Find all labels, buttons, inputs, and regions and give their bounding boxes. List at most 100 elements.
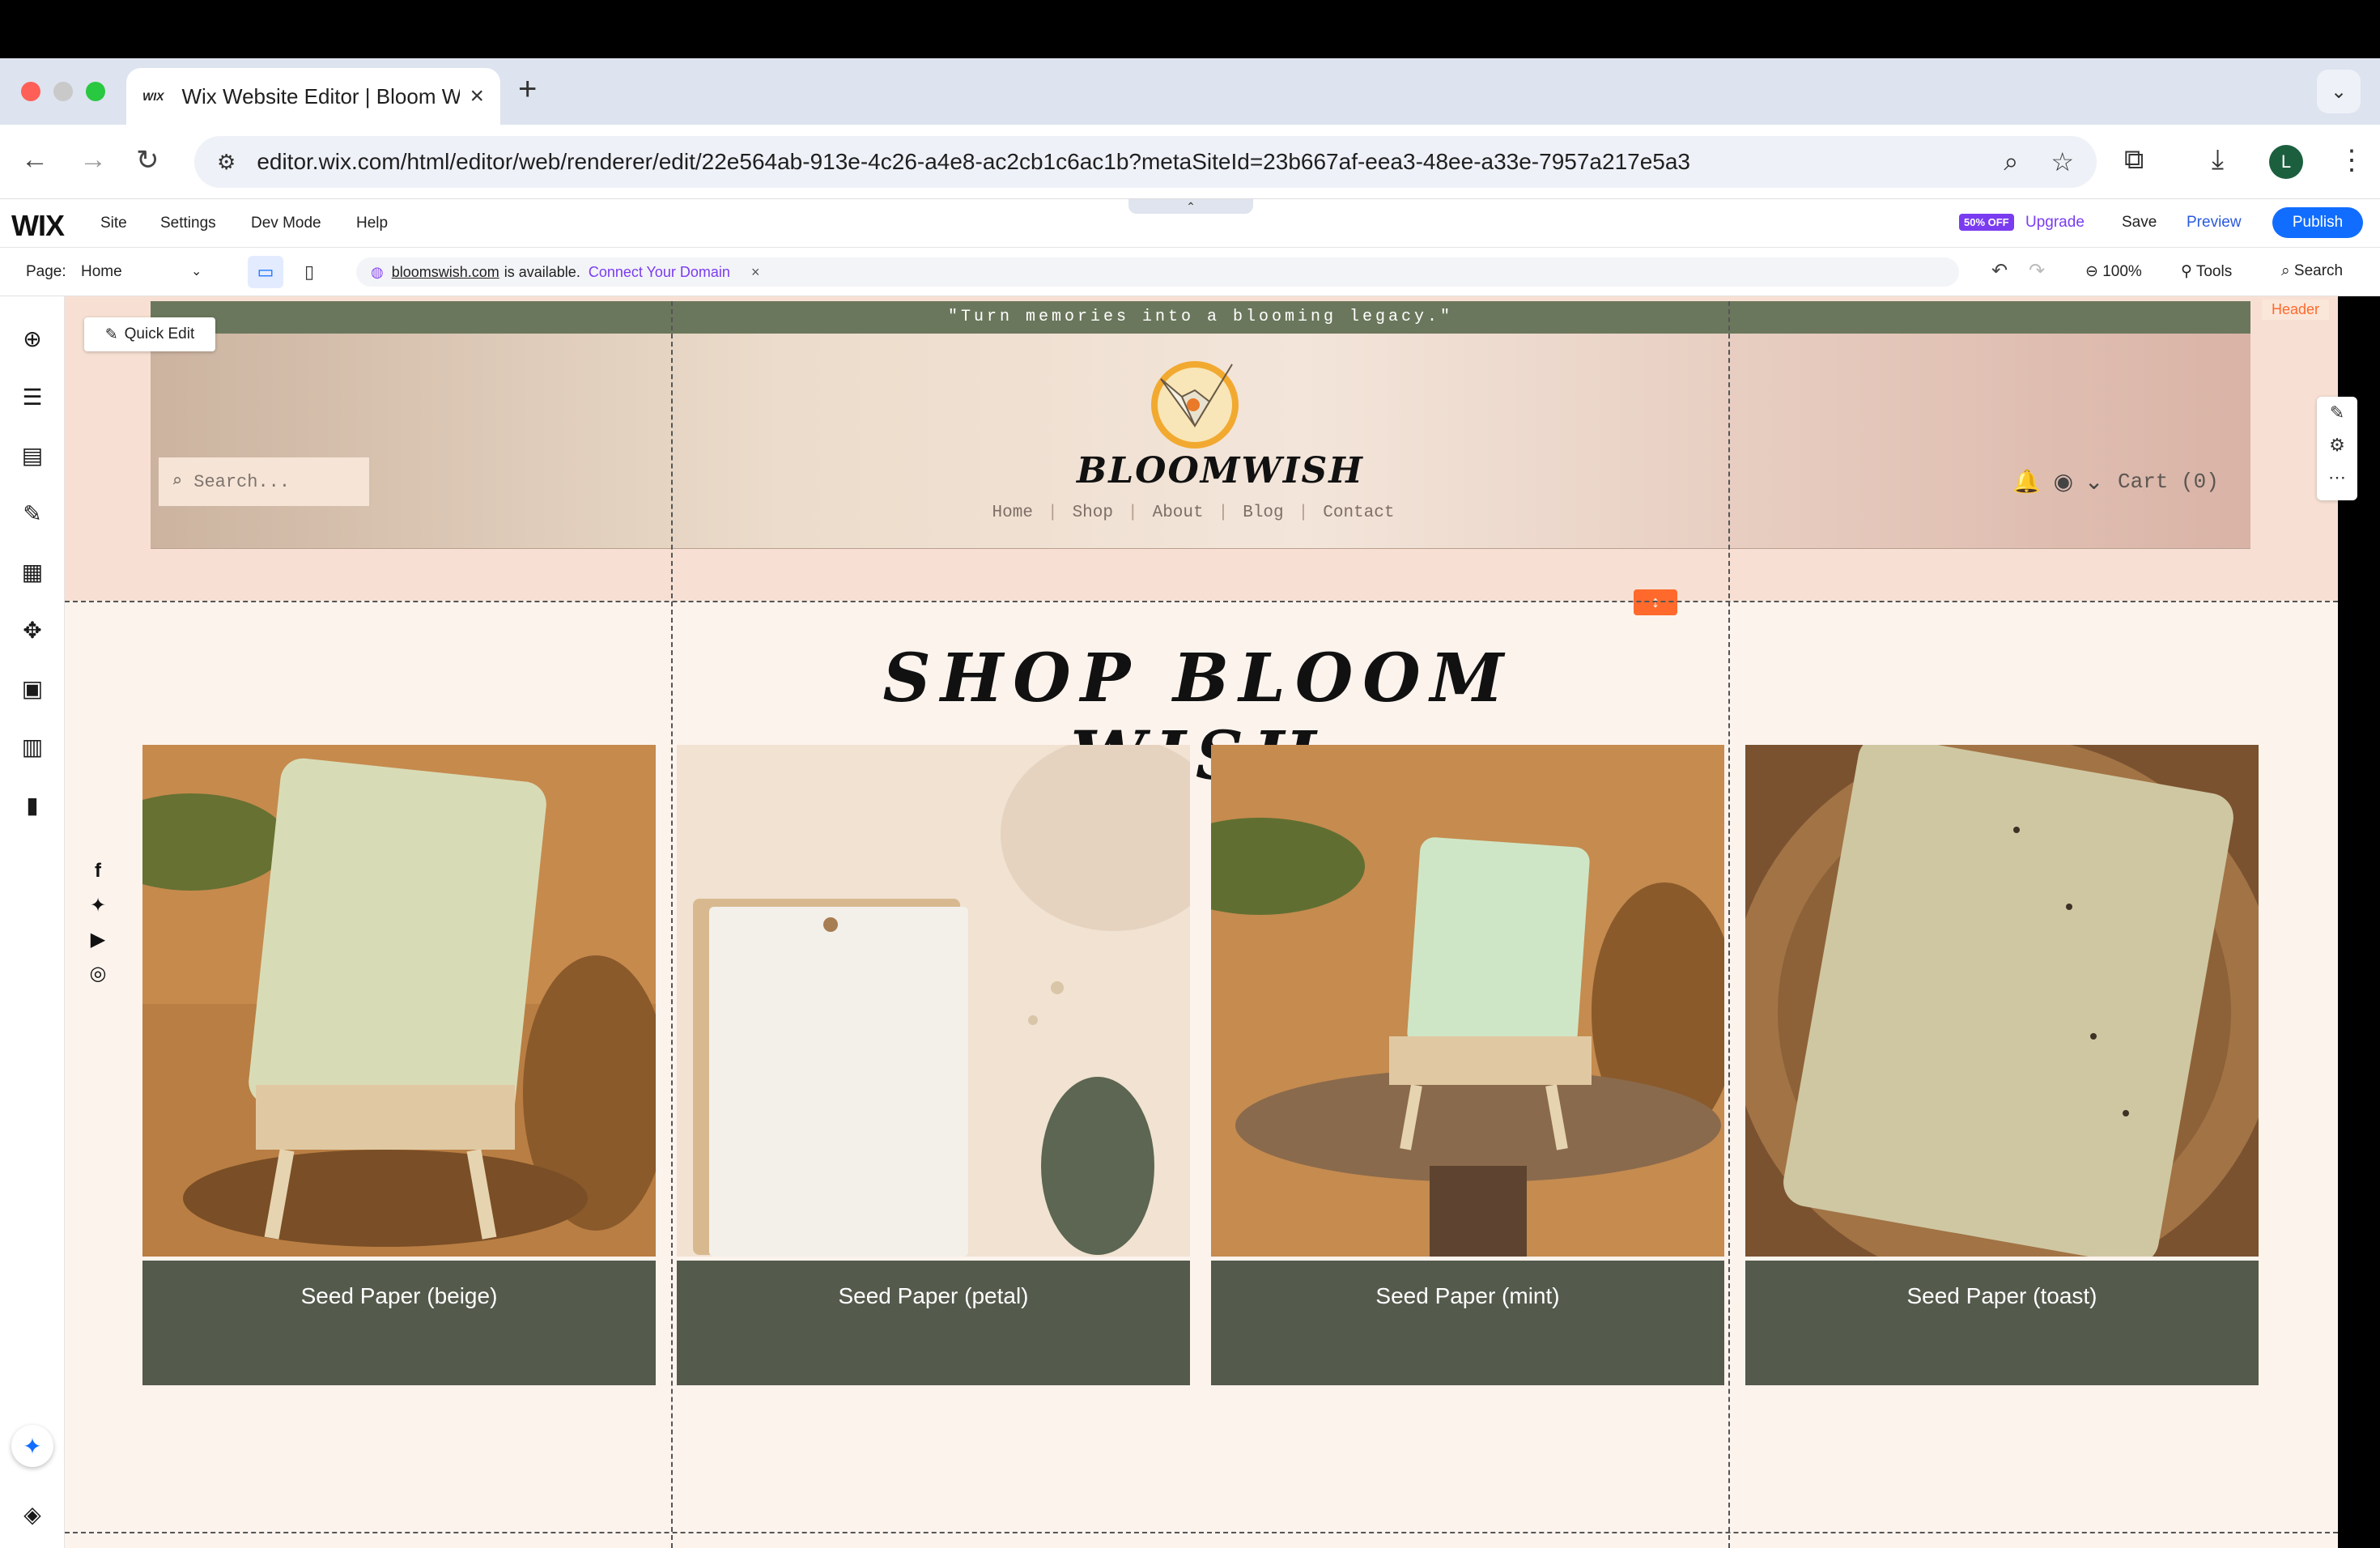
tab-close-icon[interactable]: × <box>470 83 484 110</box>
collapse-toolbar-handle[interactable]: ⌃ <box>1128 199 1253 214</box>
menu-bar-area <box>0 0 2380 58</box>
cart-link[interactable]: Cart (0) <box>2118 470 2219 494</box>
user-avatar-icon[interactable]: ◉ <box>2054 469 2073 494</box>
mobile-view-icon[interactable]: ▯ <box>291 256 327 288</box>
chrome-menu-icon[interactable]: ⋮ <box>2338 144 2365 176</box>
menu-site[interactable]: Site <box>100 215 127 232</box>
nav-blog[interactable]: Blog <box>1228 504 1298 522</box>
product-image-beige[interactable] <box>94 745 669 1257</box>
preview-button[interactable]: Preview <box>2187 214 2242 232</box>
element-actions-panel: ✎ ⚙ ⋯ <box>2317 397 2357 500</box>
nav-home[interactable]: Home <box>978 504 1048 522</box>
product-card[interactable]: Seed Paper (toast) <box>1729 735 2280 1385</box>
media-icon[interactable]: ▣ <box>18 674 47 703</box>
sections-icon[interactable]: ☰ <box>18 382 47 411</box>
forward-icon[interactable]: → <box>79 144 107 176</box>
close-window-button[interactable] <box>21 82 40 101</box>
layers-icon[interactable]: ◈ <box>18 1499 47 1529</box>
search-label: Search <box>2293 262 2344 279</box>
tab-search-chevron-icon[interactable]: ⌄ <box>2317 70 2361 113</box>
more-icon[interactable]: ⋯ <box>2317 461 2357 494</box>
screen: WIX Wix Website Editor | Bloom W × + ⌄ ←… <box>0 0 2380 1548</box>
nav-separator: | <box>1127 504 1138 522</box>
site-settings-icon[interactable]: ⚙ <box>217 150 236 175</box>
chevron-down-icon: ⌄ <box>191 265 202 279</box>
product-image-petal[interactable] <box>677 737 1227 1257</box>
product-image-toast[interactable] <box>1729 735 2280 1287</box>
cms-icon[interactable]: ▥ <box>18 732 47 761</box>
menu-settings[interactable]: Settings <box>160 215 216 232</box>
section-divider <box>65 1532 2338 1533</box>
page-selector[interactable]: Home ⌄ <box>81 263 210 281</box>
brand-name[interactable]: BLOOMWISH <box>1077 450 1362 491</box>
resize-handle-icon[interactable]: ↕ <box>1634 589 1677 615</box>
nav-contact[interactable]: Contact <box>1308 504 1409 522</box>
maximize-window-button[interactable] <box>86 82 105 101</box>
new-tab-icon[interactable]: + <box>518 71 537 108</box>
product-card[interactable]: Seed Paper (mint) <box>1154 745 1737 1385</box>
quick-edit-button[interactable]: ✎ Quick Edit <box>84 317 215 351</box>
crane-logo[interactable] <box>1145 348 1250 453</box>
chevron-down-icon[interactable]: ⌄ <box>2085 469 2103 494</box>
pages-icon[interactable]: ▤ <box>18 440 47 470</box>
product-name[interactable]: Seed Paper (petal) <box>677 1261 1190 1385</box>
tools-button[interactable]: ⚲ Tools <box>2181 262 2232 281</box>
omnibox[interactable]: ⚙ editor.wix.com/html/editor/web/rendere… <box>194 136 2097 188</box>
page-selector-value: Home <box>81 263 122 280</box>
bookmark-star-icon[interactable]: ☆ <box>2051 147 2074 177</box>
site-design-icon[interactable]: ✎ <box>18 499 47 528</box>
site-nav: Home | Shop | About | Blog | Contact <box>992 504 1395 522</box>
product-name[interactable]: Seed Paper (toast) <box>1745 1261 2259 1385</box>
header-tag: Header <box>2262 300 2330 320</box>
minimize-window-button[interactable] <box>53 82 73 101</box>
apps-icon[interactable]: ▦ <box>18 557 47 586</box>
nav-separator: | <box>1218 504 1229 522</box>
zoom-icon[interactable]: ⌕ <box>2004 147 2018 177</box>
url-text[interactable]: editor.wix.com/html/editor/web/renderer/… <box>257 149 1971 175</box>
redo-icon[interactable]: ↷ <box>2029 259 2045 283</box>
ai-assistant-icon[interactable]: ✦ <box>11 1425 53 1467</box>
upgrade-link[interactable]: Upgrade <box>2025 214 2085 232</box>
publish-button[interactable]: Publish <box>2272 207 2363 238</box>
twitter-icon[interactable]: ✦ <box>87 894 108 917</box>
instagram-icon[interactable]: ◎ <box>87 962 108 985</box>
extensions-icon[interactable]: ⧉ <box>2124 144 2144 176</box>
pencil-icon[interactable]: ✎ <box>2317 397 2357 429</box>
desktop-view-icon[interactable]: ▭ <box>248 256 283 288</box>
undo-icon[interactable]: ↶ <box>1991 259 2008 283</box>
save-button[interactable]: Save <box>2122 214 2157 232</box>
wix-logo[interactable]: WIX <box>11 209 65 243</box>
profile-avatar[interactable]: L <box>2269 145 2303 179</box>
tools-icon: ⚲ <box>2181 263 2196 280</box>
back-icon[interactable]: ← <box>21 144 49 176</box>
business-apps-icon[interactable]: ✥ <box>18 615 47 644</box>
tagline-strip[interactable]: "Turn memories into a blooming legacy." <box>151 301 2250 334</box>
menu-dev-mode[interactable]: Dev Mode <box>251 215 321 232</box>
download-icon[interactable]: ⤓ <box>2212 144 2224 176</box>
dismiss-domain-icon[interactable]: × <box>751 264 760 281</box>
product-name[interactable]: Seed Paper (mint) <box>1211 1261 1724 1385</box>
search-button[interactable]: ⌕ Search <box>2281 262 2343 280</box>
product-name[interactable]: Seed Paper (beige) <box>142 1261 656 1385</box>
product-image-mint[interactable] <box>1154 745 1737 1257</box>
nav-separator: | <box>1298 504 1309 522</box>
zoom-control[interactable]: ⊖ 100% <box>2085 262 2142 281</box>
menu-help[interactable]: Help <box>356 215 388 232</box>
tools-label: Tools <box>2195 263 2233 280</box>
domain-name[interactable]: bloomswish.com <box>392 264 499 281</box>
facebook-icon[interactable]: f <box>87 860 108 882</box>
site-search-input[interactable]: ⌕ Search... <box>159 457 369 506</box>
discount-badge: 50% OFF <box>1959 214 2014 231</box>
nav-shop[interactable]: Shop <box>1058 504 1128 522</box>
bell-icon[interactable]: 🔔 <box>2012 469 2041 494</box>
connect-domain-link[interactable]: Connect Your Domain <box>589 264 730 281</box>
browser-tab[interactable]: WIX Wix Website Editor | Bloom W × <box>126 68 500 125</box>
reload-icon[interactable]: ↻ <box>136 144 159 176</box>
gear-icon[interactable]: ⚙ <box>2317 429 2357 461</box>
product-card[interactable]: Seed Paper (beige) <box>94 745 669 1385</box>
add-elements-icon[interactable]: ⊕ <box>18 324 47 353</box>
youtube-icon[interactable]: ▶ <box>87 928 108 951</box>
portfolio-icon[interactable]: ▮ <box>18 790 47 819</box>
nav-about[interactable]: About <box>1138 504 1218 522</box>
product-card[interactable]: Seed Paper (petal) <box>677 737 1227 1385</box>
